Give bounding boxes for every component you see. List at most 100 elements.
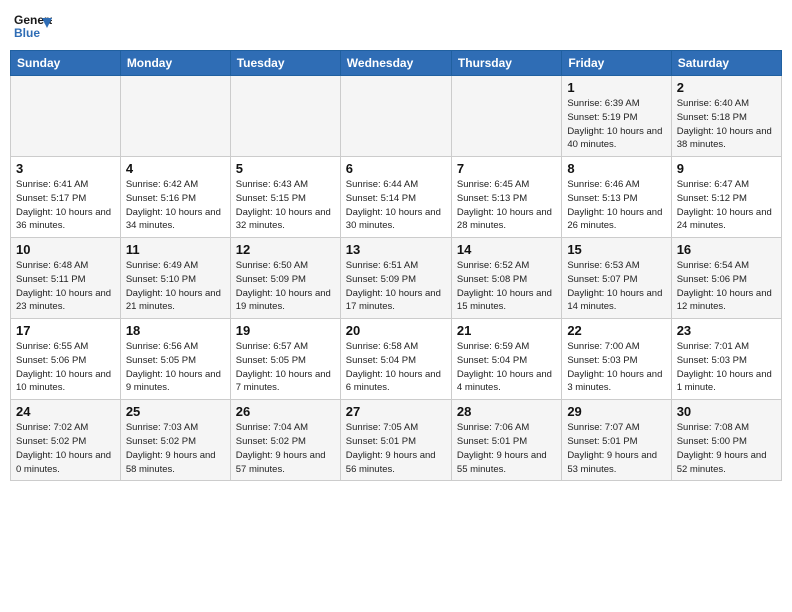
page-header: General Blue — [10, 10, 782, 42]
calendar-week-row: 1Sunrise: 6:39 AM Sunset: 5:19 PM Daylig… — [11, 76, 782, 157]
calendar-cell: 9Sunrise: 6:47 AM Sunset: 5:12 PM Daylig… — [671, 157, 781, 238]
day-info: Sunrise: 6:57 AM Sunset: 5:05 PM Dayligh… — [236, 340, 335, 395]
day-info: Sunrise: 6:41 AM Sunset: 5:17 PM Dayligh… — [16, 178, 115, 233]
weekday-header: Monday — [120, 51, 230, 76]
day-info: Sunrise: 6:59 AM Sunset: 5:04 PM Dayligh… — [457, 340, 556, 395]
day-number: 19 — [236, 323, 335, 338]
day-number: 6 — [346, 161, 446, 176]
day-number: 21 — [457, 323, 556, 338]
day-info: Sunrise: 7:04 AM Sunset: 5:02 PM Dayligh… — [236, 421, 335, 476]
day-number: 26 — [236, 404, 335, 419]
day-info: Sunrise: 6:39 AM Sunset: 5:19 PM Dayligh… — [567, 97, 665, 152]
weekday-header: Sunday — [11, 51, 121, 76]
day-number: 30 — [677, 404, 776, 419]
calendar-header-row: SundayMondayTuesdayWednesdayThursdayFrid… — [11, 51, 782, 76]
calendar-cell: 6 Sunrise: 6:44 AM Sunset: 5:14 PM Daylig… — [340, 157, 451, 238]
weekday-header: Tuesday — [230, 51, 340, 76]
calendar-cell: 5 Sunrise: 6:43 AM Sunset: 5:15 PM Daylig… — [230, 157, 340, 238]
weekday-header: Thursday — [451, 51, 561, 76]
calendar-week-row: 3 Sunrise: 6:41 AM Sunset: 5:17 PM Daylig… — [11, 157, 782, 238]
day-number: 7 — [457, 161, 556, 176]
weekday-header: Wednesday — [340, 51, 451, 76]
day-number: 5 — [236, 161, 335, 176]
calendar-cell: 19 Sunrise: 6:57 AM Sunset: 5:05 PM Dayli… — [230, 319, 340, 400]
calendar-cell: 28 Sunrise: 7:06 AM Sunset: 5:01 PM Dayli… — [451, 400, 561, 481]
day-info: Sunrise: 6:52 AM Sunset: 5:08 PM Dayligh… — [457, 259, 556, 314]
weekday-header: Friday — [562, 51, 671, 76]
day-number: 22 — [567, 323, 665, 338]
day-info: Sunrise: 6:43 AM Sunset: 5:15 PM Dayligh… — [236, 178, 335, 233]
day-number: 3 — [16, 161, 115, 176]
day-number: 9 — [677, 161, 776, 176]
day-number: 29 — [567, 404, 665, 419]
calendar-cell: 27Sunrise: 7:05 AM Sunset: 5:01 PM Dayli… — [340, 400, 451, 481]
day-number: 20 — [346, 323, 446, 338]
calendar-cell: 12 Sunrise: 6:50 AM Sunset: 5:09 PM Dayli… — [230, 238, 340, 319]
calendar-week-row: 10 Sunrise: 6:48 AM Sunset: 5:11 PM Dayli… — [11, 238, 782, 319]
day-info: Sunrise: 6:48 AM Sunset: 5:11 PM Dayligh… — [16, 259, 115, 314]
day-info: Sunrise: 6:50 AM Sunset: 5:09 PM Dayligh… — [236, 259, 335, 314]
calendar-cell: 24 Sunrise: 7:02 AM Sunset: 5:02 PM Dayli… — [11, 400, 121, 481]
day-number: 11 — [126, 242, 225, 257]
calendar-cell: 20Sunrise: 6:58 AM Sunset: 5:04 PM Dayli… — [340, 319, 451, 400]
calendar-cell: 11 Sunrise: 6:49 AM Sunset: 5:10 PM Dayli… — [120, 238, 230, 319]
calendar-cell: 29 Sunrise: 7:07 AM Sunset: 5:01 PM Dayli… — [562, 400, 671, 481]
day-number: 18 — [126, 323, 225, 338]
day-number: 16 — [677, 242, 776, 257]
weekday-header: Saturday — [671, 51, 781, 76]
calendar-cell: 4 Sunrise: 6:42 AM Sunset: 5:16 PM Daylig… — [120, 157, 230, 238]
day-number: 25 — [126, 404, 225, 419]
calendar-table: SundayMondayTuesdayWednesdayThursdayFrid… — [10, 50, 782, 481]
calendar-cell: 18 Sunrise: 6:56 AM Sunset: 5:05 PM Dayli… — [120, 319, 230, 400]
day-number: 28 — [457, 404, 556, 419]
calendar-cell: 2 Sunrise: 6:40 AM Sunset: 5:18 PM Daylig… — [671, 76, 781, 157]
day-number: 27 — [346, 404, 446, 419]
calendar-cell: 7 Sunrise: 6:45 AM Sunset: 5:13 PM Daylig… — [451, 157, 561, 238]
day-info: Sunrise: 6:40 AM Sunset: 5:18 PM Dayligh… — [677, 97, 776, 152]
calendar-cell: 14 Sunrise: 6:52 AM Sunset: 5:08 PM Dayli… — [451, 238, 561, 319]
calendar-cell: 21 Sunrise: 6:59 AM Sunset: 5:04 PM Dayli… — [451, 319, 561, 400]
day-number: 13 — [346, 242, 446, 257]
day-info: Sunrise: 7:08 AM Sunset: 5:00 PM Dayligh… — [677, 421, 776, 476]
day-info: Sunrise: 6:51 AM Sunset: 5:09 PM Dayligh… — [346, 259, 446, 314]
day-info: Sunrise: 7:01 AM Sunset: 5:03 PM Dayligh… — [677, 340, 776, 395]
calendar-cell: 25Sunrise: 7:03 AM Sunset: 5:02 PM Dayli… — [120, 400, 230, 481]
day-number: 14 — [457, 242, 556, 257]
calendar-cell: 23Sunrise: 7:01 AM Sunset: 5:03 PM Dayli… — [671, 319, 781, 400]
day-number: 17 — [16, 323, 115, 338]
svg-text:Blue: Blue — [14, 26, 40, 40]
calendar-cell: 16Sunrise: 6:54 AM Sunset: 5:06 PM Dayli… — [671, 238, 781, 319]
day-info: Sunrise: 6:44 AM Sunset: 5:14 PM Dayligh… — [346, 178, 446, 233]
calendar-cell: 30 Sunrise: 7:08 AM Sunset: 5:00 PM Dayli… — [671, 400, 781, 481]
calendar-cell: 3 Sunrise: 6:41 AM Sunset: 5:17 PM Daylig… — [11, 157, 121, 238]
calendar-cell: 15 Sunrise: 6:53 AM Sunset: 5:07 PM Dayli… — [562, 238, 671, 319]
logo-icon: General Blue — [14, 10, 52, 42]
day-info: Sunrise: 7:07 AM Sunset: 5:01 PM Dayligh… — [567, 421, 665, 476]
day-info: Sunrise: 6:42 AM Sunset: 5:16 PM Dayligh… — [126, 178, 225, 233]
day-info: Sunrise: 6:49 AM Sunset: 5:10 PM Dayligh… — [126, 259, 225, 314]
day-number: 4 — [126, 161, 225, 176]
day-info: Sunrise: 7:06 AM Sunset: 5:01 PM Dayligh… — [457, 421, 556, 476]
calendar-cell: 1Sunrise: 6:39 AM Sunset: 5:19 PM Daylig… — [562, 76, 671, 157]
day-info: Sunrise: 6:45 AM Sunset: 5:13 PM Dayligh… — [457, 178, 556, 233]
calendar-cell: 13 Sunrise: 6:51 AM Sunset: 5:09 PM Dayli… — [340, 238, 451, 319]
day-number: 10 — [16, 242, 115, 257]
day-info: Sunrise: 6:46 AM Sunset: 5:13 PM Dayligh… — [567, 178, 665, 233]
calendar-week-row: 24 Sunrise: 7:02 AM Sunset: 5:02 PM Dayli… — [11, 400, 782, 481]
day-number: 15 — [567, 242, 665, 257]
day-number: 12 — [236, 242, 335, 257]
day-info: Sunrise: 6:56 AM Sunset: 5:05 PM Dayligh… — [126, 340, 225, 395]
day-number: 24 — [16, 404, 115, 419]
day-number: 8 — [567, 161, 665, 176]
day-number: 2 — [677, 80, 776, 95]
calendar-cell: 26 Sunrise: 7:04 AM Sunset: 5:02 PM Dayli… — [230, 400, 340, 481]
calendar-cell — [451, 76, 561, 157]
day-info: Sunrise: 6:53 AM Sunset: 5:07 PM Dayligh… — [567, 259, 665, 314]
calendar-cell — [11, 76, 121, 157]
calendar-cell: 8 Sunrise: 6:46 AM Sunset: 5:13 PM Daylig… — [562, 157, 671, 238]
day-info: Sunrise: 7:02 AM Sunset: 5:02 PM Dayligh… — [16, 421, 115, 476]
calendar-cell: 17Sunrise: 6:55 AM Sunset: 5:06 PM Dayli… — [11, 319, 121, 400]
calendar-cell — [340, 76, 451, 157]
calendar-cell — [120, 76, 230, 157]
calendar-cell: 22Sunrise: 7:00 AM Sunset: 5:03 PM Dayli… — [562, 319, 671, 400]
